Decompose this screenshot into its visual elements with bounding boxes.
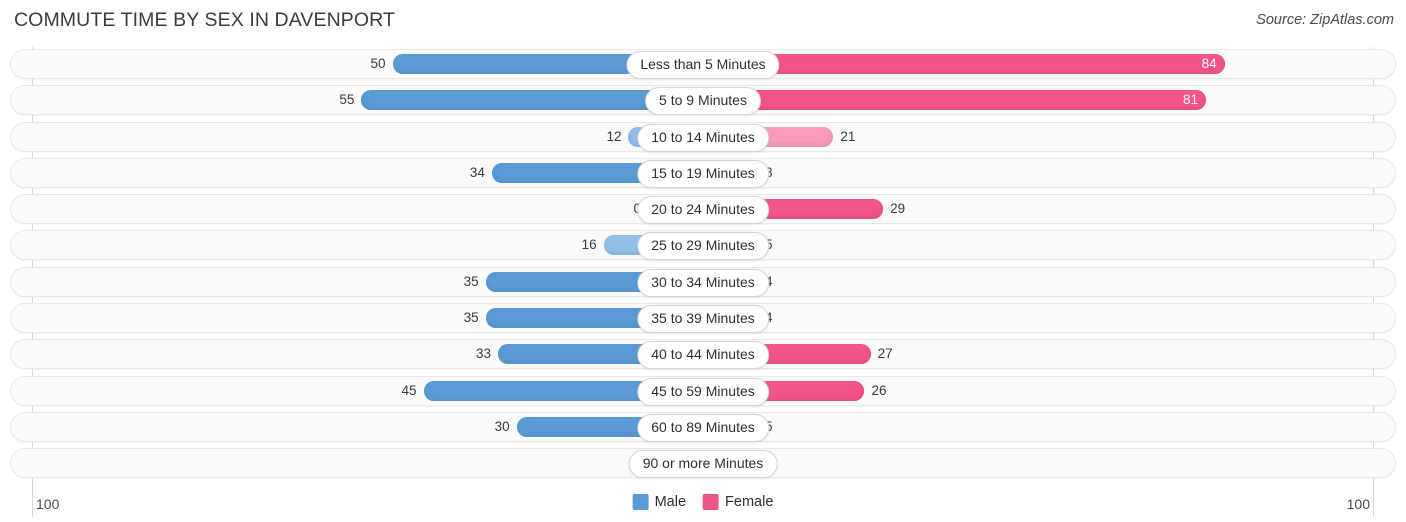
bar-value-female: 26 (871, 382, 887, 398)
bar-track: 30560 to 89 Minutes (11, 413, 1395, 442)
bar-row: 34815 to 19 Minutes (10, 157, 1396, 188)
scale-max-left: 100 (36, 496, 60, 512)
chart-header: COMMUTE TIME BY SEX IN DAVENPORT Source:… (0, 0, 1406, 42)
bar-row: 50 84 Less than 5 Minutes (10, 49, 1396, 79)
bar-row: 12 21 10 to 14 Minutes (10, 121, 1396, 152)
scale-max-right: 100 (1346, 496, 1370, 512)
bar-track: 0 29 20 to 24 Minutes (11, 195, 1395, 225)
bar-value-male: 12 (606, 128, 622, 144)
bar-female (703, 54, 1225, 74)
bar-track: 12 21 10 to 14 Minutes (11, 123, 1395, 152)
bar-track: 45 26 45 to 59 Minutes (11, 377, 1395, 406)
bar-value-male: 33 (476, 346, 492, 362)
category-label: 10 to 14 Minutes (637, 123, 769, 152)
bar-track: 50 84 Less than 5 Minutes (11, 50, 1395, 79)
bar-track: 35435 to 39 Minutes (11, 304, 1395, 334)
bar-row: 35435 to 39 Minutes (10, 303, 1396, 334)
bar-value-female: 27 (877, 346, 893, 362)
bar-value-male: 9 (19, 453, 641, 473)
category-label: 5 to 9 Minutes (645, 87, 761, 116)
legend-label: Female (725, 494, 774, 510)
category-label: 45 to 59 Minutes (637, 377, 769, 406)
category-label: 35 to 39 Minutes (637, 305, 769, 334)
bar-value-female: 21 (840, 128, 856, 144)
page-title: COMMUTE TIME BY SEX IN DAVENPORT (14, 9, 395, 31)
chart-footer: 100 100 Male Female (0, 492, 1406, 522)
source-attribution: Source: ZipAtlas.com (1256, 12, 1394, 28)
legend-item-male[interactable]: Male (632, 494, 687, 510)
category-label: 60 to 89 Minutes (637, 413, 769, 442)
bar-value-male: 30 (494, 418, 510, 434)
bar-track: 16525 to 29 Minutes (11, 231, 1395, 261)
chart-legend: Male Female (632, 494, 773, 510)
bar-rows-container: 50 84 Less than 5 Minutes 55 81 5 to 9 Minute… (10, 49, 1396, 485)
category-label: 25 to 29 Minutes (637, 232, 769, 261)
bar-row: 30560 to 89 Minutes (10, 411, 1396, 442)
bar-row: 9090 or more Minutes (10, 448, 1396, 479)
legend-swatch-icon (632, 494, 649, 510)
bar-value-male: 50 (370, 56, 386, 71)
bar-track: 35430 to 34 Minutes (11, 268, 1395, 297)
bar-row: 0 29 20 to 24 Minutes (10, 194, 1396, 225)
bar-value-male: 35 (463, 273, 479, 289)
bar-fill (703, 90, 1206, 111)
bar-value-female: 84 (1201, 56, 1217, 71)
bar-fill (703, 54, 1225, 74)
bar-value-male: 0 (19, 199, 641, 219)
category-label: 40 to 44 Minutes (637, 341, 769, 370)
bar-value-male: 45 (401, 382, 417, 398)
bar-row: 35430 to 34 Minutes (10, 266, 1396, 297)
bar-female (703, 90, 1206, 111)
legend-swatch-icon (703, 494, 720, 510)
legend-label: Male (654, 494, 687, 510)
bar-row: 45 26 45 to 59 Minutes (10, 375, 1396, 406)
legend-item-female[interactable]: Female (703, 494, 773, 510)
category-label: 90 or more Minutes (628, 450, 778, 479)
bar-row: 55 81 5 to 9 Minutes (10, 85, 1396, 116)
bar-track: 55 81 5 to 9 Minutes (11, 86, 1395, 116)
bar-row: 33 27 40 to 44 Minutes (10, 339, 1396, 370)
bar-track: 33 27 40 to 44 Minutes (11, 340, 1395, 370)
bar-value-male: 35 (463, 310, 479, 326)
category-label: 15 to 19 Minutes (637, 159, 769, 188)
bar-value-female: 81 (1182, 92, 1198, 108)
bar-track: 9090 or more Minutes (11, 449, 1395, 479)
category-label: 20 to 24 Minutes (637, 196, 769, 225)
bar-value-female: 29 (890, 201, 906, 217)
bar-track: 34815 to 19 Minutes (11, 159, 1395, 188)
category-label: 30 to 34 Minutes (637, 268, 769, 297)
bar-value-male: 16 (581, 237, 597, 253)
bar-row: 16525 to 29 Minutes (10, 230, 1396, 261)
category-label: Less than 5 Minutes (626, 51, 780, 79)
bar-value-male: 55 (339, 92, 355, 108)
bar-value-male: 34 (469, 164, 485, 180)
chart-plot-area: 50 84 Less than 5 Minutes 55 81 5 to 9 Minute… (0, 42, 1406, 522)
